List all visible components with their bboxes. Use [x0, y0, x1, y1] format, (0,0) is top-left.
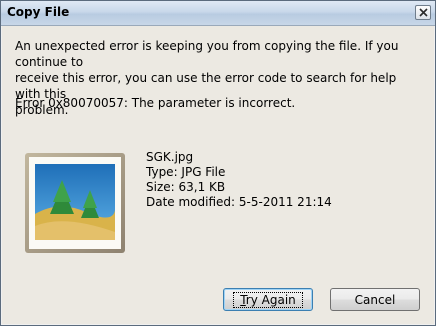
file-name: SGK.jpg [146, 150, 194, 164]
file-details: SGK.jpg Type: JPG File Size: 63,1 KB Dat… [146, 150, 332, 210]
title-bar[interactable]: Copy File [1, 1, 435, 26]
message-line: An unexpected error is keeping you from … [15, 39, 399, 69]
file-size: Size: 63,1 KB [146, 180, 226, 194]
file-type: Type: JPG File [146, 165, 226, 179]
file-date-modified: Date modified: 5-5-2011 21:14 [146, 195, 332, 209]
copy-file-dialog: Copy File An unexpected error is keeping… [0, 0, 436, 326]
close-button[interactable] [415, 5, 431, 20]
error-code: Error 0x80070057: The parameter is incor… [15, 96, 296, 110]
image-file-icon [25, 153, 125, 253]
cancel-button[interactable]: Cancel [330, 288, 420, 311]
try-again-button[interactable]: Try Again [223, 288, 313, 311]
try-again-text: ry Again [245, 292, 296, 307]
try-again-label: Try Again [233, 291, 303, 308]
close-icon [419, 8, 428, 17]
dialog-content: An unexpected error is keeping you from … [2, 26, 434, 324]
window-title: Copy File [7, 5, 70, 19]
